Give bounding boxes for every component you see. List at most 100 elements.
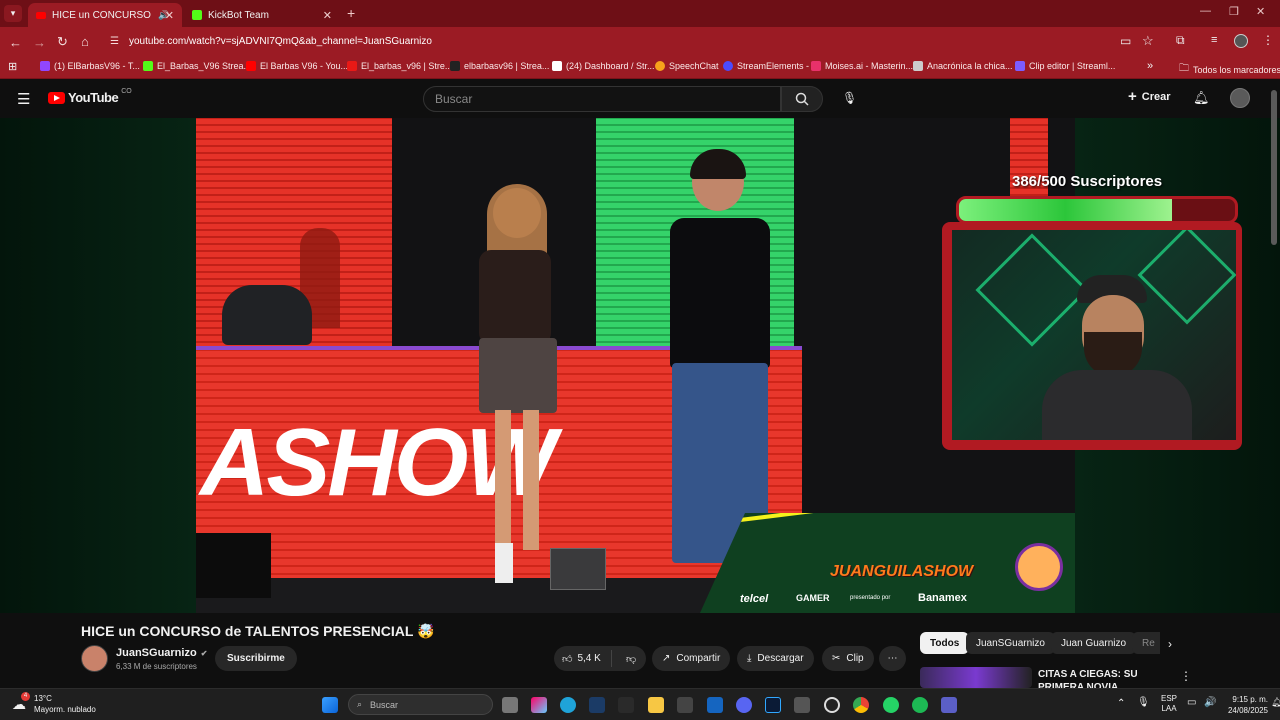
- bookmark-item[interactable]: (24) Dashboard / Str...: [552, 61, 655, 71]
- like-dislike-group: 👍︎ 5,4 K 👎︎: [554, 646, 646, 671]
- verified-icon: ✔: [200, 648, 208, 658]
- url-field[interactable]: youtube.com/watch?v=sjADVNI7QmQ&ab_chann…: [129, 36, 432, 47]
- bookmark-star-icon[interactable]: ☆: [1142, 33, 1154, 49]
- store-icon[interactable]: [677, 697, 693, 713]
- download-button[interactable]: ⤓ Descargar: [737, 646, 814, 671]
- outlook-icon[interactable]: [707, 697, 723, 713]
- bookmark-item[interactable]: Anacrónica la chica...: [913, 61, 1013, 71]
- search-icon: ⌕: [357, 699, 363, 709]
- start-icon[interactable]: [322, 697, 338, 713]
- bookmark-item[interactable]: (1) ElBarbasV96 - T...: [40, 61, 140, 71]
- mic-icon[interactable]: 🎙: [842, 91, 857, 105]
- twitch-icon: [40, 61, 50, 71]
- mic-tray-icon[interactable]: 🎙: [1137, 697, 1150, 708]
- reading-list-icon[interactable]: ≡: [1211, 34, 1217, 46]
- sponsor-gamer: GAMER: [796, 593, 830, 603]
- chrome-icon[interactable]: [853, 697, 869, 713]
- file-explorer-icon[interactable]: [648, 697, 664, 713]
- video-player[interactable]: ASHOW 386/500 Suscriptores JUANGUILASHOW…: [0, 118, 1280, 613]
- maximize-icon[interactable]: ❐: [1229, 5, 1239, 18]
- capture-icon[interactable]: [794, 697, 810, 713]
- menu-icon[interactable]: ⋮: [1262, 33, 1274, 47]
- more-bookmarks-icon[interactable]: »: [1147, 60, 1153, 72]
- extensions-icon[interactable]: ⧉: [1176, 33, 1185, 48]
- youtube-header: ☰ YouTube CO Buscar 🎙 + Crear 🔔︎: [0, 80, 1280, 118]
- network-icon[interactable]: ▭: [1187, 697, 1196, 708]
- taskbar-search[interactable]: ⌕ Buscar: [348, 694, 493, 715]
- steam-icon[interactable]: [589, 697, 605, 713]
- thumbs-up-icon: 👍︎: [562, 653, 573, 665]
- tray-overflow-icon[interactable]: ⌃: [1117, 698, 1125, 709]
- chip-all[interactable]: Todos: [920, 632, 970, 654]
- home-icon[interactable]: ⌂: [81, 34, 89, 49]
- whatsapp-icon[interactable]: [883, 697, 899, 713]
- tab-video[interactable]: HICE un CONCURSO de TALENTOS 🔊 ✕: [28, 3, 182, 27]
- search-button[interactable]: [781, 86, 823, 112]
- chip-more[interactable]: Re: [1132, 632, 1160, 654]
- volume-icon[interactable]: 🔊: [1204, 697, 1216, 708]
- site-info-icon[interactable]: ☰: [110, 36, 119, 47]
- more-icon: ⋯: [887, 653, 898, 664]
- subs-progress-bar: [956, 196, 1238, 224]
- bookmark-item[interactable]: Clip editor | Streaml...: [1015, 61, 1115, 71]
- photoshop-icon[interactable]: [765, 697, 781, 713]
- bookmark-item[interactable]: elbarbasv96 | Strea...: [450, 61, 549, 71]
- new-tab-button[interactable]: +: [347, 5, 355, 21]
- spotify-icon[interactable]: [912, 697, 928, 713]
- tab-kickbot[interactable]: KickBot Team ✕: [184, 3, 340, 27]
- bookmark-item[interactable]: StreamElements -: [723, 61, 809, 71]
- recommended-thumbnail[interactable]: [920, 667, 1032, 688]
- obs-icon[interactable]: [824, 697, 840, 713]
- back-icon[interactable]: ←: [9, 35, 22, 50]
- clock[interactable]: 9:15 p. m. 24/08/2025: [1222, 694, 1268, 716]
- profile-avatar[interactable]: [1234, 34, 1248, 48]
- create-button[interactable]: + Crear: [1128, 88, 1171, 105]
- clip-button[interactable]: ✂ Clip: [822, 646, 874, 671]
- youtube-logo[interactable]: YouTube CO: [48, 88, 132, 105]
- channel-name[interactable]: JuanSGuarnizo ✔: [116, 647, 207, 659]
- discord-icon[interactable]: [736, 697, 752, 713]
- page-scrollbar[interactable]: [1271, 90, 1277, 245]
- bookmark-item[interactable]: SpeechChat: [655, 61, 719, 71]
- reload-icon[interactable]: ↻: [57, 34, 68, 50]
- close-window-icon[interactable]: ✕: [1256, 5, 1265, 18]
- minimize-icon[interactable]: —: [1200, 5, 1211, 17]
- bookmark-item[interactable]: El_barbas_v96 | Stre...: [347, 61, 452, 71]
- like-button[interactable]: 👍︎ 5,4 K: [554, 650, 612, 667]
- subscribe-button[interactable]: Suscribirme: [215, 646, 297, 671]
- epic-games-icon[interactable]: [618, 697, 634, 713]
- more-actions-button[interactable]: ⋯: [879, 646, 906, 671]
- speaker: [196, 533, 271, 598]
- close-tab-icon[interactable]: ✕: [323, 9, 332, 22]
- copilot-icon[interactable]: [531, 697, 547, 713]
- cast-icon[interactable]: ▭: [1120, 34, 1131, 48]
- language-indicator[interactable]: ESP LAA: [1161, 694, 1177, 714]
- dashboard-icon: [552, 61, 562, 71]
- user-avatar[interactable]: [1230, 88, 1250, 108]
- bookmark-item[interactable]: Moises.ai - Masterin...: [811, 61, 913, 71]
- apps-icon[interactable]: ⊞: [8, 60, 17, 73]
- all-bookmarks-folder[interactable]: 🗀 Todos los marcadores: [1179, 61, 1280, 78]
- task-view-icon[interactable]: [502, 697, 518, 713]
- teams-icon[interactable]: [941, 697, 957, 713]
- edge-icon[interactable]: [560, 697, 576, 713]
- channel-avatar[interactable]: [81, 645, 108, 672]
- bookmark-item[interactable]: El_Barbas_V96 Strea...: [143, 61, 251, 71]
- recommended-menu-icon[interactable]: ⋮: [1180, 669, 1192, 683]
- chip-channel[interactable]: JuanSGuarnizo: [966, 632, 1055, 654]
- dislike-button[interactable]: 👎︎: [618, 653, 636, 665]
- notifications-icon[interactable]: 🔔︎: [1271, 697, 1280, 708]
- hamburger-menu-icon[interactable]: ☰: [17, 90, 30, 108]
- bookmark-item[interactable]: El Barbas V96 - You...: [246, 61, 348, 71]
- presented-by: presentado por: [850, 595, 891, 601]
- sponsor-telcel: telcel: [740, 593, 769, 605]
- notifications-bell-icon[interactable]: 🔔︎: [1193, 90, 1210, 106]
- chip-related[interactable]: Juan Guarnizo: [1051, 632, 1137, 654]
- tab-search-icon[interactable]: ▾: [4, 5, 22, 22]
- search-input[interactable]: Buscar: [423, 86, 781, 112]
- chevron-right-icon[interactable]: ›: [1168, 637, 1172, 651]
- share-button[interactable]: ↗ Compartir: [652, 646, 731, 671]
- forward-icon[interactable]: →: [33, 35, 46, 50]
- close-tab-icon[interactable]: ✕: [165, 9, 174, 22]
- subscriber-count: 6,33 M de suscriptores: [116, 662, 197, 671]
